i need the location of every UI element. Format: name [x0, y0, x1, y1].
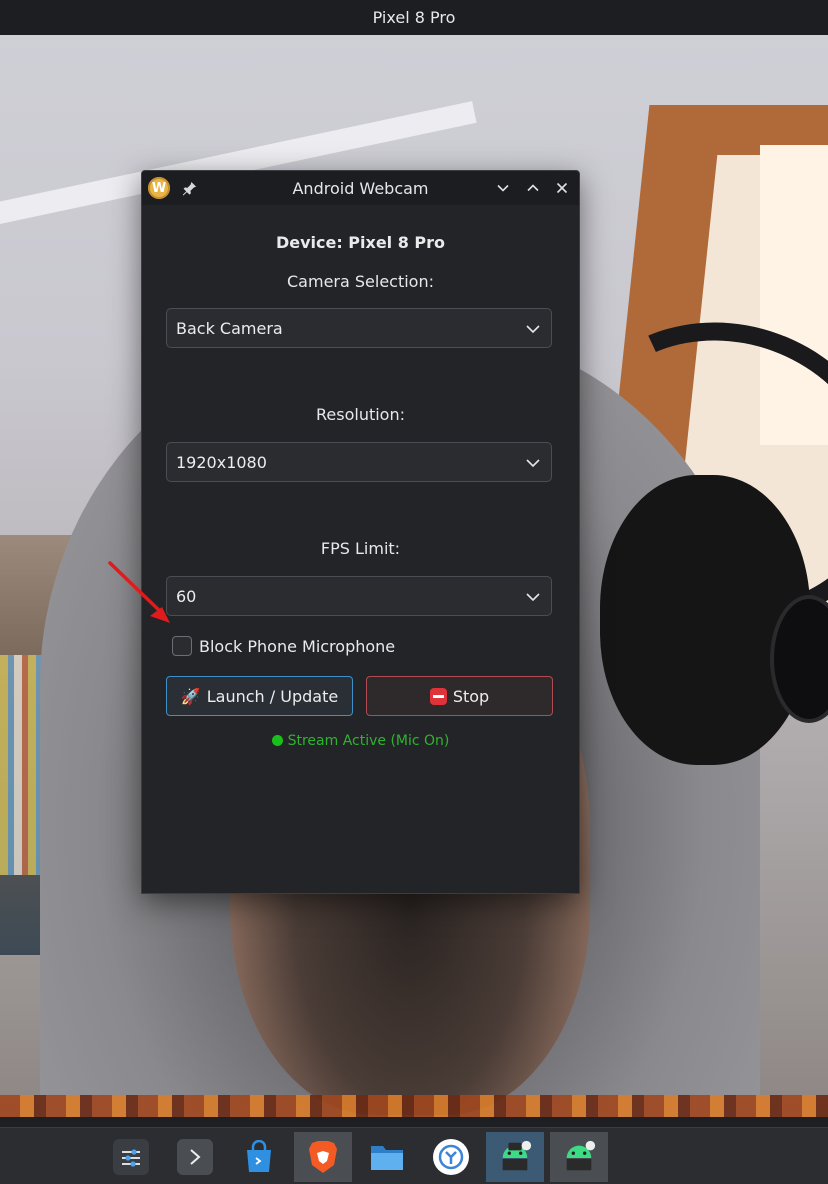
- camera-select[interactable]: Back Camera: [166, 308, 552, 348]
- block-microphone-label[interactable]: Block Phone Microphone: [199, 637, 395, 656]
- taskbar-item-brave[interactable]: [294, 1132, 352, 1182]
- fps-limit-select[interactable]: 60: [166, 576, 552, 616]
- taskbar-item-store[interactable]: [230, 1132, 288, 1182]
- taskbar-item-terminal[interactable]: [166, 1132, 224, 1182]
- launch-update-label: Launch / Update: [206, 686, 339, 706]
- annotation-arrow-icon: [108, 561, 170, 623]
- app-logo-icon[interactable]: W: [148, 177, 170, 199]
- block-microphone-checkbox[interactable]: [172, 636, 192, 656]
- taskbar-item-android-webcam[interactable]: [486, 1132, 544, 1182]
- taskbar-item-files[interactable]: [358, 1132, 416, 1182]
- resolution-select[interactable]: 1920x1080: [166, 442, 552, 482]
- stop-sign-icon: [429, 687, 447, 705]
- close-icon: [556, 182, 568, 194]
- block-microphone-row[interactable]: Block Phone Microphone: [172, 636, 395, 656]
- taskbar: [0, 1127, 828, 1184]
- chevron-down-icon: [526, 325, 540, 334]
- chevron-down-icon: [497, 184, 509, 192]
- taskbar-item-kde-connect[interactable]: [422, 1132, 480, 1182]
- maximize-button[interactable]: [521, 176, 545, 200]
- store-bag-icon: [241, 1139, 277, 1175]
- camera-select-value: Back Camera: [176, 318, 283, 338]
- taskbar-item-android-webcam-2[interactable]: [550, 1132, 608, 1182]
- stream-status-text: Stream Active (Mic On): [287, 733, 450, 749]
- stream-status: Stream Active (Mic On): [142, 733, 579, 749]
- file-manager-icon: [369, 1139, 405, 1175]
- rug-strip: [0, 1095, 828, 1117]
- kde-connect-icon: [433, 1139, 469, 1175]
- fps-limit-label: FPS Limit:: [320, 539, 401, 558]
- minimize-button[interactable]: [491, 176, 515, 200]
- android-webcam-icon: [497, 1139, 533, 1175]
- launch-update-button[interactable]: 🚀 Launch / Update: [166, 676, 353, 716]
- phone-window-titlebar: Pixel 8 Pro: [0, 0, 828, 35]
- chevron-down-icon: [526, 459, 540, 468]
- close-button[interactable]: [550, 176, 574, 200]
- rocket-icon: 🚀: [180, 686, 201, 706]
- device-label: Device: Pixel 8 Pro: [275, 233, 446, 252]
- camera-selection-label: Camera Selection:: [287, 272, 434, 291]
- phone-window-title: Pixel 8 Pro: [372, 8, 456, 27]
- settings-sliders-icon: [113, 1139, 149, 1175]
- window-titlebar[interactable]: W Android Webcam: [142, 171, 579, 205]
- stop-button[interactable]: Stop: [366, 676, 553, 716]
- android-webcam-window: W Android Webcam Device: Pixel 8 Pro Cam…: [141, 170, 580, 894]
- terminal-icon: [177, 1139, 213, 1175]
- stop-label: Stop: [452, 686, 490, 706]
- brave-browser-icon: [305, 1139, 341, 1175]
- resolution-label: Resolution:: [316, 405, 405, 424]
- status-green-dot-icon: [271, 735, 283, 746]
- chevron-up-icon: [527, 184, 539, 192]
- resolution-select-value: 1920x1080: [176, 452, 267, 472]
- taskbar-item-settings[interactable]: [102, 1132, 160, 1182]
- pin-icon[interactable]: [180, 179, 198, 197]
- chevron-down-icon: [526, 593, 540, 602]
- android-webcam-icon: [561, 1139, 597, 1175]
